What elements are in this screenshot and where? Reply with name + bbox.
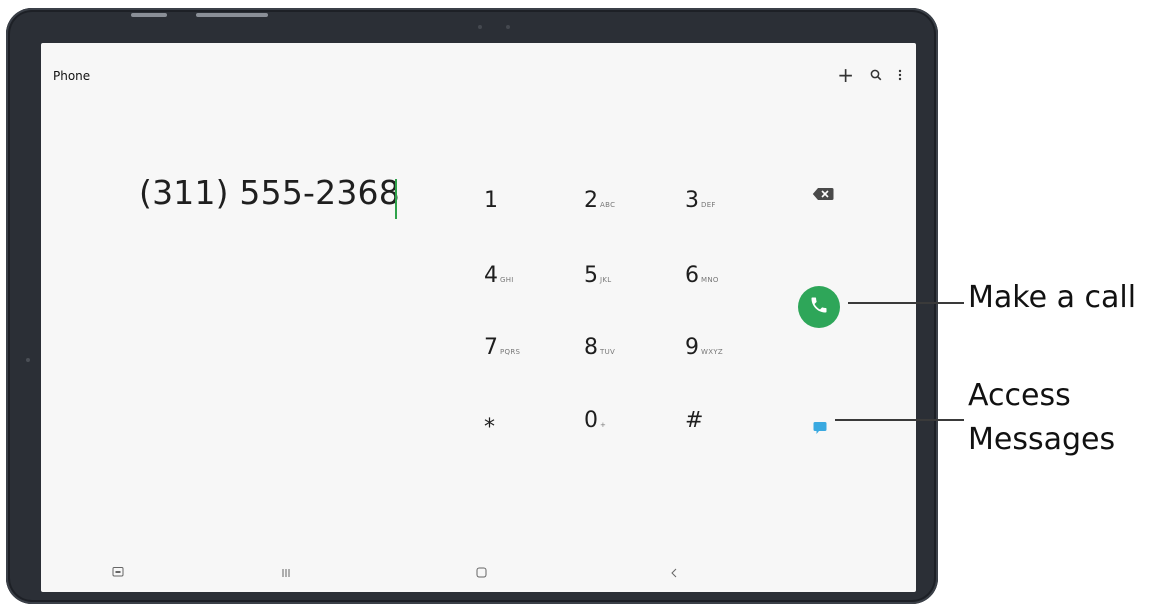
dialed-number[interactable]: (311) 555-2368 [139,173,400,212]
keypad-key-3[interactable]: 3 DEF [685,188,716,213]
key-digit: # [685,408,704,433]
access-messages-label-line2: Messages [968,422,1116,457]
app-title: Phone [53,69,91,83]
sensor [506,25,510,29]
keypad-key-4[interactable]: 4 GHI [484,263,514,288]
text-cursor [395,179,397,219]
key-letters: + [600,421,607,429]
key-digit: ⁎ [484,408,495,433]
key-digit: 5 [584,263,598,288]
key-digit: 3 [685,188,699,213]
top-action-bar: + [837,65,902,85]
phone-icon [809,295,829,319]
key-letters: PQRS [500,348,521,356]
keypad-key-5[interactable]: 5 JKL [584,263,611,288]
side-sensor [26,358,30,362]
make-call-label: Make a call [968,280,1137,315]
keypad-key-7[interactable]: 7 PQRS [484,335,520,360]
key-digit: 8 [584,335,598,360]
key-letters: JKL [600,276,612,284]
message-icon[interactable] [813,420,827,434]
call-button[interactable] [798,286,840,328]
key-digit: 7 [484,335,498,360]
key-digit: 0 [584,408,598,433]
keypad-key-1[interactable]: 1 [484,188,500,213]
navigation-bar [41,548,916,592]
home-icon[interactable] [476,563,487,582]
key-letters: ABC [600,201,616,209]
phone-app-screen: Phone + (311) 555-2368 1 2 ABC 3 DEF 4 G… [41,43,916,592]
tablet-frame: Phone + (311) 555-2368 1 2 ABC 3 DEF 4 G… [6,8,938,604]
key-digit: 4 [484,263,498,288]
key-letters: MNO [701,276,719,284]
keypad-key-star[interactable]: ⁎ [484,408,497,433]
key-letters: TUV [600,348,616,356]
keypad-key-hash[interactable]: # [685,408,705,433]
key-digit: 9 [685,335,699,360]
power-button [196,13,268,17]
plus-icon[interactable]: + [837,65,854,85]
back-icon[interactable] [670,563,678,582]
messages-callout-line [835,419,964,421]
key-letters: DEF [701,201,716,209]
keypad-key-9[interactable]: 9 WXYZ [685,335,723,360]
key-digit: 1 [484,188,498,213]
more-vertical-icon[interactable] [898,69,902,81]
recents-icon[interactable] [281,563,291,582]
keypad-key-0[interactable]: 0 + [584,408,606,433]
keypad-key-6[interactable]: 6 MNO [685,263,719,288]
backspace-icon[interactable] [812,186,834,200]
recent-apps-keyboard-icon[interactable] [112,563,124,582]
key-letters: WXYZ [701,348,723,356]
volume-button [131,13,167,17]
key-digit: 6 [685,263,699,288]
key-digit: 2 [584,188,598,213]
call-callout-line [848,302,964,304]
search-icon[interactable] [870,69,882,81]
access-messages-label-line1: Access [968,378,1071,413]
front-camera [478,25,482,29]
keypad-key-2[interactable]: 2 ABC [584,188,615,213]
keypad-key-8[interactable]: 8 TUV [584,335,615,360]
key-letters: GHI [500,276,514,284]
